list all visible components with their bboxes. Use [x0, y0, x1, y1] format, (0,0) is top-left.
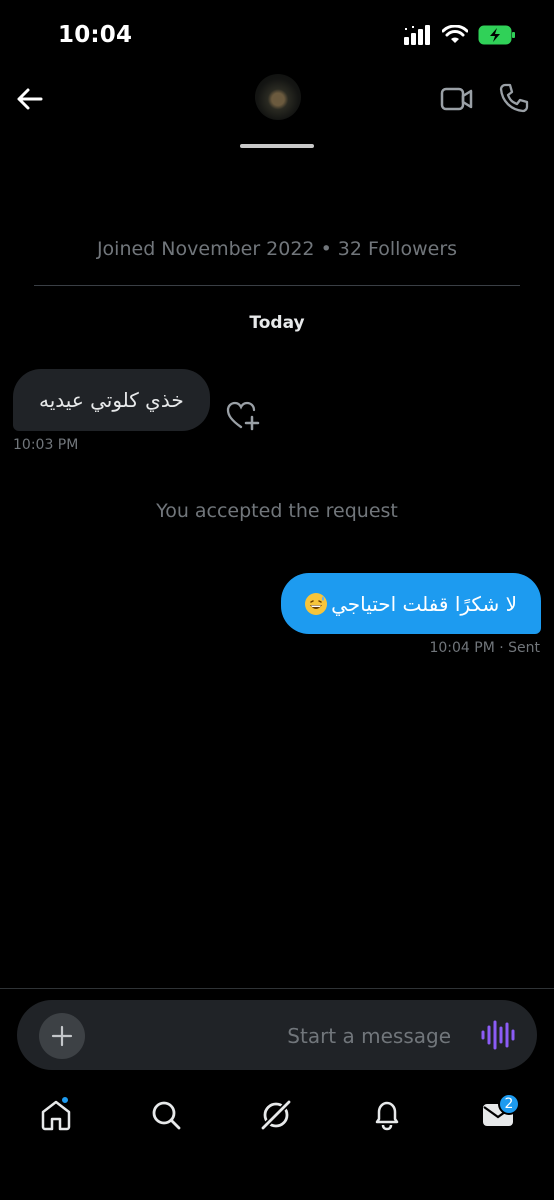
divider [34, 285, 520, 286]
battery-icon [478, 25, 515, 45]
nav-home[interactable] [26, 1085, 86, 1145]
avatar[interactable] [255, 74, 301, 120]
grok-icon [259, 1098, 293, 1132]
nav-notifications[interactable] [357, 1085, 417, 1145]
message-text: لا شكرًا قفلت احتياجي [331, 591, 517, 616]
waveform-icon [481, 1020, 515, 1050]
conversation-header [0, 74, 554, 154]
signal-icon [404, 25, 430, 45]
unread-badge: 2 [498, 1093, 520, 1115]
incoming-message-bubble[interactable]: خذي كلوتي عيديه [13, 369, 210, 431]
avatar-underline [240, 144, 314, 148]
message-input[interactable] [107, 1014, 451, 1058]
date-label: Today [249, 313, 305, 333]
voice-message-button[interactable] [479, 1018, 515, 1052]
video-camera-icon [440, 87, 473, 111]
message-text: خذي كلوتي عيديه [39, 388, 184, 412]
composer-divider [0, 988, 554, 989]
status-bar: 10:04 [0, 0, 554, 74]
phone-call-button[interactable] [498, 82, 530, 114]
nav-grok[interactable] [246, 1085, 306, 1145]
back-button[interactable] [12, 82, 46, 116]
video-call-button[interactable] [440, 84, 474, 114]
wifi-icon [442, 25, 468, 43]
nav-messages[interactable]: 2 [468, 1085, 528, 1145]
add-reaction-button[interactable] [226, 400, 260, 432]
nav-search[interactable] [136, 1085, 196, 1145]
outgoing-message-bubble[interactable]: لا شكرًا قفلت احتياجي [281, 573, 541, 634]
add-media-button[interactable] [39, 1013, 85, 1059]
home-indicator [207, 1140, 347, 1145]
grinning-sweat-emoji [305, 592, 328, 615]
message-timestamp-status: 10:04 PM · Sent [429, 640, 540, 656]
phone-icon [499, 83, 529, 113]
bell-icon [375, 1101, 399, 1131]
notification-dot [60, 1095, 70, 1105]
heart-plus-icon [226, 401, 260, 431]
system-message: You accepted the request [156, 500, 398, 522]
profile-joined-info: Joined November 2022 • 32 Followers [96, 238, 458, 260]
status-icons [404, 24, 516, 46]
arrow-left-icon [17, 88, 43, 110]
message-composer [17, 1000, 537, 1070]
message-timestamp: 10:03 PM [13, 437, 79, 453]
plus-icon [51, 1025, 73, 1047]
status-time: 10:04 [58, 22, 133, 48]
search-icon [152, 1101, 181, 1130]
bottom-nav: 2 [0, 1085, 554, 1155]
